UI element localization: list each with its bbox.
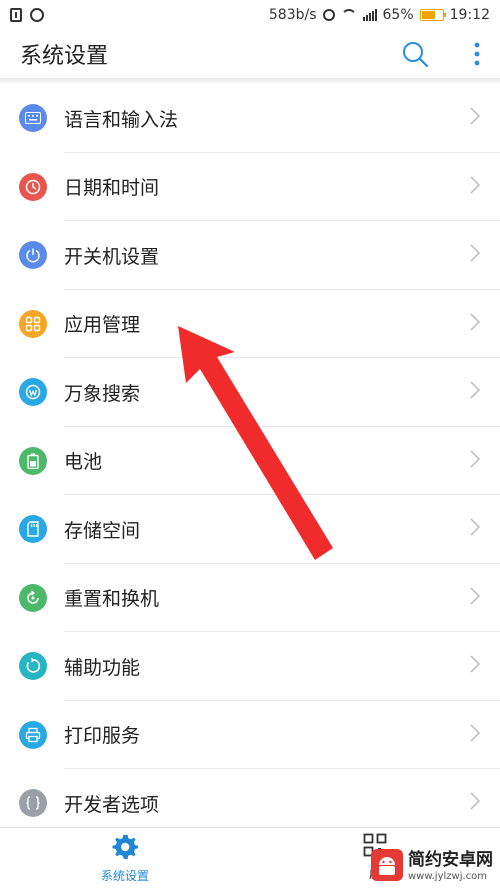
settings-item-label: 日期和时间	[64, 177, 160, 200]
settings-item-label: 打印服务	[64, 725, 141, 748]
wifi-icon	[340, 9, 357, 21]
settings-item-language-input[interactable]: 语言和输入法	[0, 84, 500, 153]
printer-icon	[19, 720, 47, 749]
power-icon	[19, 241, 47, 270]
chevron-right-icon	[470, 724, 480, 746]
settings-item-label: 辅助功能	[64, 656, 141, 679]
watermark-text: 简约安卓网 www.jylzwj.com	[408, 852, 493, 882]
status-bar: 583b/s 65% 19:12	[0, 0, 500, 30]
tab-system-settings[interactable]: 系统设置	[90, 833, 160, 888]
alarm-icon	[322, 9, 335, 21]
apps-grid-icon	[19, 309, 47, 338]
chevron-right-icon	[470, 244, 480, 266]
net-speed: 583b/s	[268, 7, 317, 23]
chevron-right-icon	[470, 587, 480, 609]
header-actions	[401, 40, 480, 68]
settings-item-global-search[interactable]: 万象搜索	[0, 358, 500, 427]
status-time: 19:12	[449, 7, 490, 23]
chevron-right-icon	[470, 450, 480, 472]
notification-sim-icon	[10, 8, 22, 22]
settings-item-label: 语言和输入法	[64, 108, 179, 131]
settings-list: 语言和输入法 日期和时间 开关机设置 应用管理 万象搜索 电池 存储空间 重置和…	[0, 84, 500, 838]
code-braces-icon	[19, 789, 47, 818]
tab-label: 系统设置	[100, 869, 149, 883]
settings-item-power-schedule[interactable]: 开关机设置	[0, 221, 500, 290]
clock-icon	[19, 172, 47, 201]
settings-item-label: 重置和换机	[64, 588, 160, 611]
settings-item-storage[interactable]: 存储空间	[0, 495, 500, 564]
settings-item-label: 开发者选项	[64, 793, 160, 816]
page-title: 系统设置	[20, 44, 109, 69]
settings-item-label: 应用管理	[64, 314, 141, 337]
battery-status-icon	[419, 9, 446, 21]
notification-more-icon	[30, 5, 44, 22]
more-vert-icon[interactable]	[474, 42, 480, 66]
settings-item-date-time[interactable]: 日期和时间	[0, 153, 500, 221]
sd-card-icon	[19, 515, 47, 544]
keyboard-icon	[19, 104, 47, 133]
app-header: 系统设置	[0, 30, 500, 78]
chevron-right-icon	[470, 655, 480, 677]
settings-item-print-service[interactable]: 打印服务	[0, 701, 500, 769]
settings-item-reset-migrate[interactable]: 重置和换机	[0, 564, 500, 632]
status-right: 583b/s 65% 19:12	[269, 7, 490, 23]
watermark-url: www.jylzwj.com	[408, 871, 488, 882]
settings-item-label: 开关机设置	[64, 245, 160, 268]
chevron-right-icon	[470, 313, 480, 335]
watermark-brand: 简约安卓网	[408, 850, 493, 870]
chevron-right-icon	[470, 518, 480, 540]
settings-item-accessibility[interactable]: 辅助功能	[0, 632, 500, 701]
gear-icon	[112, 833, 138, 863]
settings-item-label: 存储空间	[64, 519, 141, 542]
chevron-right-icon	[470, 381, 480, 403]
battery-icon	[19, 446, 47, 475]
signal-icon	[362, 9, 377, 21]
chevron-right-icon	[470, 792, 480, 814]
watermark: 简约安卓网 www.jylzwj.com	[370, 845, 500, 889]
android-logo-icon	[370, 848, 404, 886]
reset-icon	[19, 583, 47, 612]
status-left	[10, 5, 44, 22]
settings-item-label: 电池	[64, 451, 103, 474]
settings-item-label: 万象搜索	[64, 382, 141, 405]
battery-percent: 65%	[382, 7, 414, 23]
settings-item-battery[interactable]: 电池	[0, 427, 500, 495]
chevron-right-icon	[470, 176, 480, 198]
search-icon[interactable]	[401, 40, 429, 68]
search-w-icon	[19, 378, 47, 407]
chevron-right-icon	[470, 107, 480, 129]
accessibility-icon	[19, 652, 47, 681]
settings-item-app-management[interactable]: 应用管理	[0, 290, 500, 358]
